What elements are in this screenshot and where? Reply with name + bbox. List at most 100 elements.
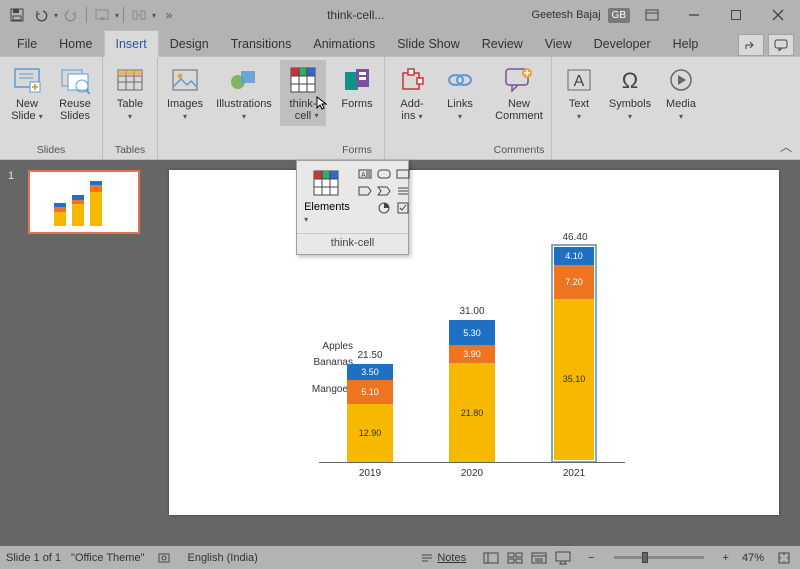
checkbox-shape-icon[interactable] xyxy=(395,201,411,215)
new-slide-icon xyxy=(11,64,43,96)
theme-name[interactable]: "Office Theme" xyxy=(71,552,144,564)
undo-dropdown-icon[interactable]: ▾ xyxy=(54,11,58,20)
notes-button[interactable]: Notes xyxy=(417,552,469,564)
tab-transitions[interactable]: Transitions xyxy=(220,31,303,56)
links-button[interactable]: Links▾ xyxy=(437,60,483,127)
table-button[interactable]: Table▾ xyxy=(107,60,153,127)
bar-segment[interactable]: 7.20 xyxy=(554,265,594,298)
group-comments-label: Comments xyxy=(494,142,545,159)
group-comments: New Comment Comments xyxy=(487,57,552,159)
slideshow-view-icon[interactable] xyxy=(551,549,575,567)
maximize-icon[interactable] xyxy=(716,0,756,30)
images-button[interactable]: Images▾ xyxy=(162,60,208,127)
illustrations-button[interactable]: Illustrations▾ xyxy=(210,60,278,127)
language-button[interactable]: English (India) xyxy=(184,552,260,564)
cursor-icon xyxy=(316,96,330,110)
view-buttons xyxy=(479,549,575,567)
addins-label: Add- ins ▾ xyxy=(400,98,423,123)
bar-segment[interactable]: 35.10 xyxy=(554,299,594,460)
tab-slideshow[interactable]: Slide Show xyxy=(386,31,471,56)
reading-view-icon[interactable] xyxy=(527,549,551,567)
dropdown-group-label: think-cell xyxy=(297,233,408,254)
normal-view-icon[interactable] xyxy=(479,549,503,567)
harvey-ball-icon[interactable] xyxy=(376,201,392,215)
forms-button[interactable]: Forms xyxy=(334,60,380,114)
tab-review[interactable]: Review xyxy=(471,31,534,56)
symbols-icon: Ω xyxy=(614,64,646,96)
chevron-shape-icon[interactable] xyxy=(376,184,392,198)
qat-more2-icon[interactable]: ▾ xyxy=(152,11,156,20)
thumbnail-pane[interactable]: 1 xyxy=(0,160,148,546)
zoom-percent[interactable]: 47% xyxy=(742,552,764,564)
x-axis-labels: 2019 2020 2021 xyxy=(319,468,625,479)
share-button[interactable] xyxy=(738,34,764,56)
group-addins-links: Add- ins ▾ Links▾ xyxy=(385,57,487,159)
forms-icon xyxy=(341,64,373,96)
pentagon-shape-icon[interactable] xyxy=(357,184,373,198)
ribbon: New Slide ▾ Reuse Slides Slides Table▾ T… xyxy=(0,57,800,160)
user-initials-badge[interactable]: GB xyxy=(608,8,630,23)
sorter-view-icon[interactable] xyxy=(503,549,527,567)
media-icon xyxy=(665,64,697,96)
reuse-slides-button[interactable]: Reuse Slides xyxy=(52,60,98,126)
shape-palette: A xyxy=(357,167,411,227)
tab-design[interactable]: Design xyxy=(159,31,220,56)
text-button[interactable]: A Text▾ xyxy=(556,60,602,127)
bar-segment[interactable]: 5.10 xyxy=(347,380,393,403)
qat-more-icon[interactable]: ▾ xyxy=(115,11,119,20)
tab-animations[interactable]: Animations xyxy=(302,31,386,56)
bar-segment[interactable]: 3.90 xyxy=(449,345,495,363)
tab-help[interactable]: Help xyxy=(662,31,710,56)
slide-count[interactable]: Slide 1 of 1 xyxy=(6,552,61,564)
slide-area[interactable]: Apples Bananas Mangoes 12.905.103.5021.5… xyxy=(148,160,800,546)
media-button[interactable]: Media▾ xyxy=(658,60,704,127)
comments-button[interactable] xyxy=(768,34,794,56)
stacked-bar-chart[interactable]: Apples Bananas Mangoes 12.905.103.5021.5… xyxy=(319,233,669,463)
ribbon-display-icon[interactable] xyxy=(632,0,672,30)
reuse-slides-label: Reuse Slides xyxy=(59,98,91,122)
zoom-in-button[interactable]: + xyxy=(720,552,732,564)
tab-home[interactable]: Home xyxy=(48,31,103,56)
zoom-out-button[interactable]: − xyxy=(585,552,597,564)
new-slide-button[interactable]: New Slide ▾ xyxy=(4,60,50,127)
save-icon[interactable] xyxy=(6,4,28,26)
zoom-slider[interactable] xyxy=(614,556,704,559)
xlabel-2019: 2019 xyxy=(319,468,421,479)
elements-button[interactable]: Elements▾ xyxy=(303,167,351,227)
touch-mode-icon[interactable] xyxy=(128,4,150,26)
group-tables-label: Tables xyxy=(115,142,145,159)
bar-segment[interactable]: 3.50 xyxy=(347,364,393,380)
new-slide-label: New Slide ▾ xyxy=(11,98,43,123)
bar-total-label: 21.50 xyxy=(347,350,393,361)
slide-canvas[interactable]: Apples Bananas Mangoes 12.905.103.5021.5… xyxy=(169,170,779,515)
window-title: think-cell... xyxy=(180,8,531,22)
bar-segment[interactable]: 5.30 xyxy=(449,320,495,344)
links-label: Links▾ xyxy=(447,98,473,123)
redo-icon[interactable] xyxy=(60,4,82,26)
rect-shape-icon[interactable] xyxy=(395,167,411,181)
tab-file[interactable]: File xyxy=(6,31,48,56)
rounded-rect-shape-icon[interactable] xyxy=(376,167,392,181)
undo-icon[interactable] xyxy=(30,4,52,26)
accessibility-button[interactable] xyxy=(154,551,174,565)
collapse-ribbon-icon[interactable]: ︿ xyxy=(780,138,792,155)
bar-segment[interactable]: 21.80 xyxy=(449,363,495,463)
user-name[interactable]: Geetesh Bajaj xyxy=(531,9,600,21)
slide-thumbnail-1[interactable] xyxy=(28,170,140,234)
symbols-button[interactable]: Ω Symbols▾ xyxy=(604,60,656,127)
addins-button[interactable]: Add- ins ▾ xyxy=(389,60,435,127)
tab-developer[interactable]: Developer xyxy=(583,31,662,56)
tab-view[interactable]: View xyxy=(534,31,583,56)
fit-to-window-button[interactable] xyxy=(774,551,794,565)
close-icon[interactable] xyxy=(758,0,798,30)
new-comment-button[interactable]: New Comment xyxy=(491,60,547,126)
tab-insert[interactable]: Insert xyxy=(104,30,159,57)
bar-segment[interactable]: 12.90 xyxy=(347,404,393,463)
bar-segment[interactable]: 4.10 xyxy=(554,247,594,266)
list-shape-icon[interactable] xyxy=(395,184,411,198)
minimize-icon[interactable] xyxy=(674,0,714,30)
textbox-shape-icon[interactable]: A xyxy=(357,167,373,181)
thinkcell-button[interactable]: think- cell▾ xyxy=(280,60,326,126)
start-from-beginning-icon[interactable] xyxy=(91,4,113,26)
qat-overflow-icon[interactable]: » xyxy=(158,4,180,26)
